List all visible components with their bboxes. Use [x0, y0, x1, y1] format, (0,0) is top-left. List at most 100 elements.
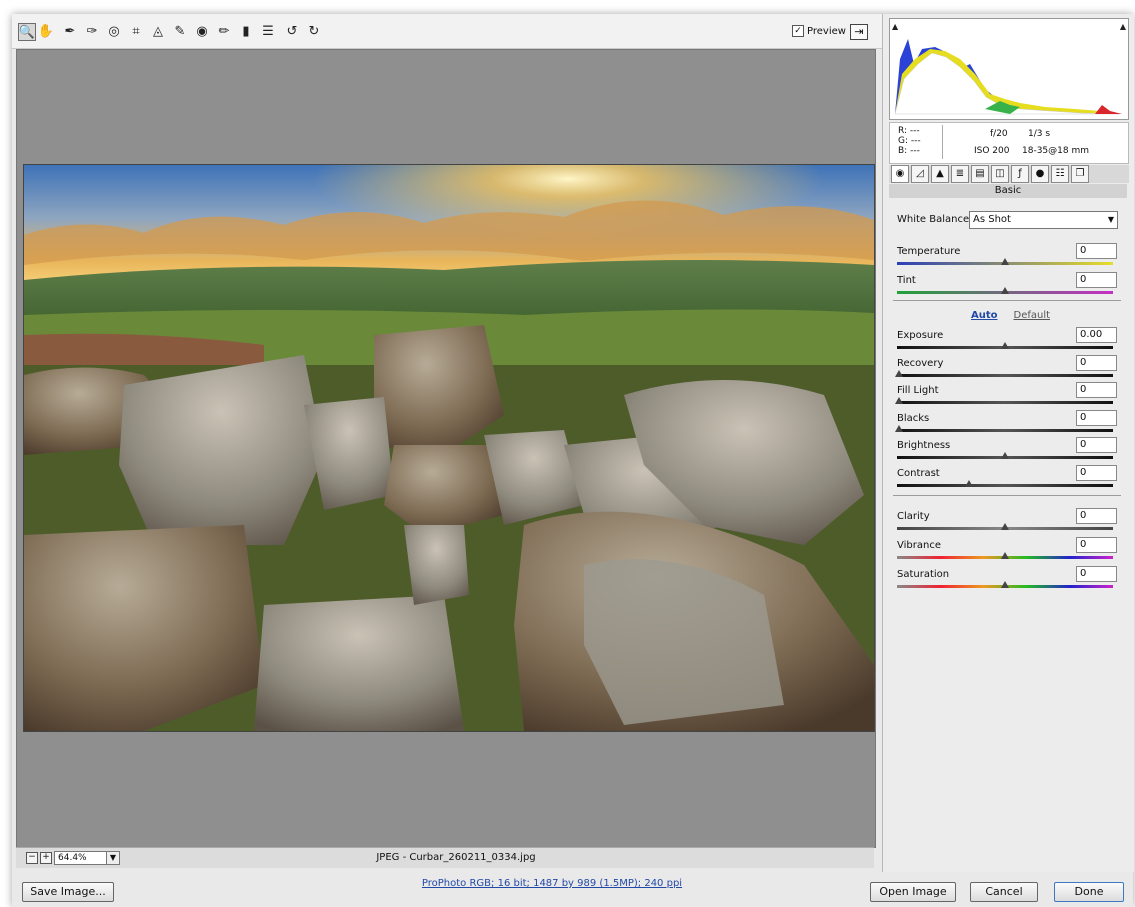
- color-sampler-icon[interactable]: ✑: [84, 23, 100, 39]
- temperature-field[interactable]: 0: [1076, 243, 1117, 259]
- vibrance-field[interactable]: 0: [1076, 537, 1117, 553]
- recovery-label: Recovery: [897, 358, 944, 369]
- hand-icon[interactable]: ✋: [38, 23, 54, 39]
- white-balance-select[interactable]: As Shot ▼: [969, 211, 1118, 229]
- brightness-field[interactable]: 0: [1076, 437, 1117, 453]
- adjustment-brush-icon[interactable]: ✏: [216, 23, 232, 39]
- chevron-down-icon: ▼: [1107, 215, 1114, 224]
- red-eye-icon[interactable]: ◉: [194, 23, 210, 39]
- fill-light-field[interactable]: 0: [1076, 382, 1117, 398]
- save-image-button[interactable]: Save Image...: [22, 882, 114, 902]
- camera-raw-window: ✓ Preview ⇥ 🔍✋ ✒ ✑ ◎ ⌗ ◬ ✎ ◉ ✏ ▮ ☰ ↺ ↻: [12, 14, 1134, 907]
- highlight-clipping-icon[interactable]: ▲: [1120, 22, 1126, 31]
- adjustments-panel: ▲ ▲ R: --- G: --- B: --- f/20 1/3 s ISO …: [882, 14, 1134, 872]
- image-preview-area: [16, 49, 876, 848]
- camera-calibration-tab-icon[interactable]: ●: [1031, 165, 1049, 183]
- temperature-label: Temperature: [897, 246, 961, 257]
- exposure-slider-thumb[interactable]: [1001, 342, 1009, 349]
- cancel-button[interactable]: Cancel: [970, 882, 1038, 902]
- temperature-slider-thumb[interactable]: [1001, 258, 1009, 265]
- shutter-value: 1/3 s: [1028, 129, 1051, 139]
- panel-tabs: ◉ ◿ ▲ ≣ ▤ ◫ ƒ ● ☷ ❐: [889, 165, 1129, 183]
- landscape-photo: [24, 165, 874, 731]
- clarity-field[interactable]: 0: [1076, 508, 1117, 524]
- clarity-slider-thumb[interactable]: [1001, 523, 1009, 530]
- spot-removal-icon[interactable]: ✎: [172, 23, 188, 39]
- open-image-button[interactable]: Open Image: [870, 882, 956, 902]
- contrast-control: Contrast 0: [897, 465, 1117, 496]
- lens-corrections-tab-icon[interactable]: ◫: [991, 165, 1009, 183]
- auto-default-links: Auto Default: [971, 310, 1050, 321]
- preview-toggle[interactable]: ✓ Preview: [792, 25, 846, 37]
- graduated-filter-icon[interactable]: ▮: [238, 23, 254, 39]
- white-balance-label: White Balance:: [897, 214, 973, 225]
- target-adjust-icon[interactable]: ◎: [106, 23, 122, 39]
- tint-field[interactable]: 0: [1076, 272, 1117, 288]
- saturation-field[interactable]: 0: [1076, 566, 1117, 582]
- preview-checkbox[interactable]: ✓: [792, 25, 804, 37]
- white-balance-value: As Shot: [973, 214, 1011, 225]
- zoom-out-button[interactable]: −: [26, 852, 38, 864]
- file-name-label: JPEG - Curbar_260211_0334.jpg: [376, 852, 536, 863]
- saturation-control: Saturation 0: [897, 566, 1117, 597]
- zoom-level-field[interactable]: 64.4%: [54, 851, 107, 865]
- recovery-slider[interactable]: [897, 374, 1113, 377]
- vibrance-control: Vibrance 0: [897, 537, 1117, 568]
- fill-light-slider-thumb[interactable]: [895, 397, 903, 404]
- snapshots-tab-icon[interactable]: ❐: [1071, 165, 1089, 183]
- recovery-field[interactable]: 0: [1076, 355, 1117, 371]
- detail-tab-icon[interactable]: ▲: [931, 165, 949, 183]
- blacks-slider-thumb[interactable]: [895, 425, 903, 432]
- contrast-field[interactable]: 0: [1076, 465, 1117, 481]
- brightness-slider-thumb[interactable]: [1001, 452, 1009, 459]
- crop-icon[interactable]: ⌗: [128, 23, 144, 39]
- aperture-value: f/20: [990, 129, 1008, 139]
- histogram-graph: [894, 39, 1122, 115]
- done-button[interactable]: Done: [1054, 882, 1124, 902]
- temperature-control: Temperature 0: [897, 243, 1117, 274]
- exposure-label: Exposure: [897, 330, 944, 341]
- preview-label: Preview: [807, 25, 846, 37]
- zoom-dropdown-icon[interactable]: ▼: [106, 851, 120, 865]
- contrast-slider-thumb[interactable]: [964, 480, 973, 487]
- hsl-tab-icon[interactable]: ≣: [951, 165, 969, 183]
- straighten-icon[interactable]: ◬: [150, 23, 166, 39]
- brightness-label: Brightness: [897, 440, 951, 451]
- white-balance-icon[interactable]: ✒: [62, 23, 78, 39]
- recovery-slider-thumb[interactable]: [895, 370, 903, 377]
- blacks-field[interactable]: 0: [1076, 410, 1117, 426]
- photo-preview: [23, 164, 875, 732]
- zoom-in-button[interactable]: +: [40, 852, 52, 864]
- histogram: ▲ ▲: [889, 18, 1129, 120]
- workflow-options-link[interactable]: ProPhoto RGB; 16 bit; 1487 by 989 (1.5MP…: [362, 878, 742, 889]
- exposure-field[interactable]: 0.00: [1076, 327, 1117, 343]
- rotate-right-icon[interactable]: ↻: [306, 23, 322, 39]
- iso-value: ISO 200: [974, 146, 1010, 156]
- fill-light-slider[interactable]: [897, 401, 1113, 404]
- contrast-slider[interactable]: [897, 484, 1113, 487]
- fullscreen-icon[interactable]: ⇥: [850, 24, 868, 40]
- shadow-clipping-icon[interactable]: ▲: [892, 22, 898, 31]
- blacks-slider[interactable]: [897, 429, 1113, 432]
- auto-link[interactable]: Auto: [971, 310, 998, 321]
- tint-slider-thumb[interactable]: [1001, 287, 1009, 294]
- tone-curve-tab-icon[interactable]: ◿: [911, 165, 929, 183]
- green-readout: G: ---: [898, 136, 921, 146]
- default-link[interactable]: Default: [1014, 310, 1051, 321]
- rotate-left-icon[interactable]: ↺: [284, 23, 300, 39]
- red-readout: R: ---: [898, 126, 920, 136]
- split-toning-tab-icon[interactable]: ▤: [971, 165, 989, 183]
- effects-tab-icon[interactable]: ƒ: [1011, 165, 1029, 183]
- zoom-icon[interactable]: 🔍: [18, 23, 36, 41]
- presets-tab-icon[interactable]: ☷: [1051, 165, 1069, 183]
- basic-tab-icon[interactable]: ◉: [891, 165, 909, 183]
- lens-value: 18-35@18 mm: [1022, 146, 1089, 156]
- preferences-icon[interactable]: ☰: [260, 23, 276, 39]
- vibrance-label: Vibrance: [897, 540, 941, 551]
- saturation-slider-thumb[interactable]: [1001, 581, 1009, 588]
- saturation-label: Saturation: [897, 569, 950, 580]
- blue-readout: B: ---: [898, 146, 920, 156]
- vibrance-slider-thumb[interactable]: [1001, 552, 1009, 559]
- exposure-control: Exposure 0.00: [897, 327, 1117, 358]
- tint-control: Tint 0: [897, 272, 1117, 303]
